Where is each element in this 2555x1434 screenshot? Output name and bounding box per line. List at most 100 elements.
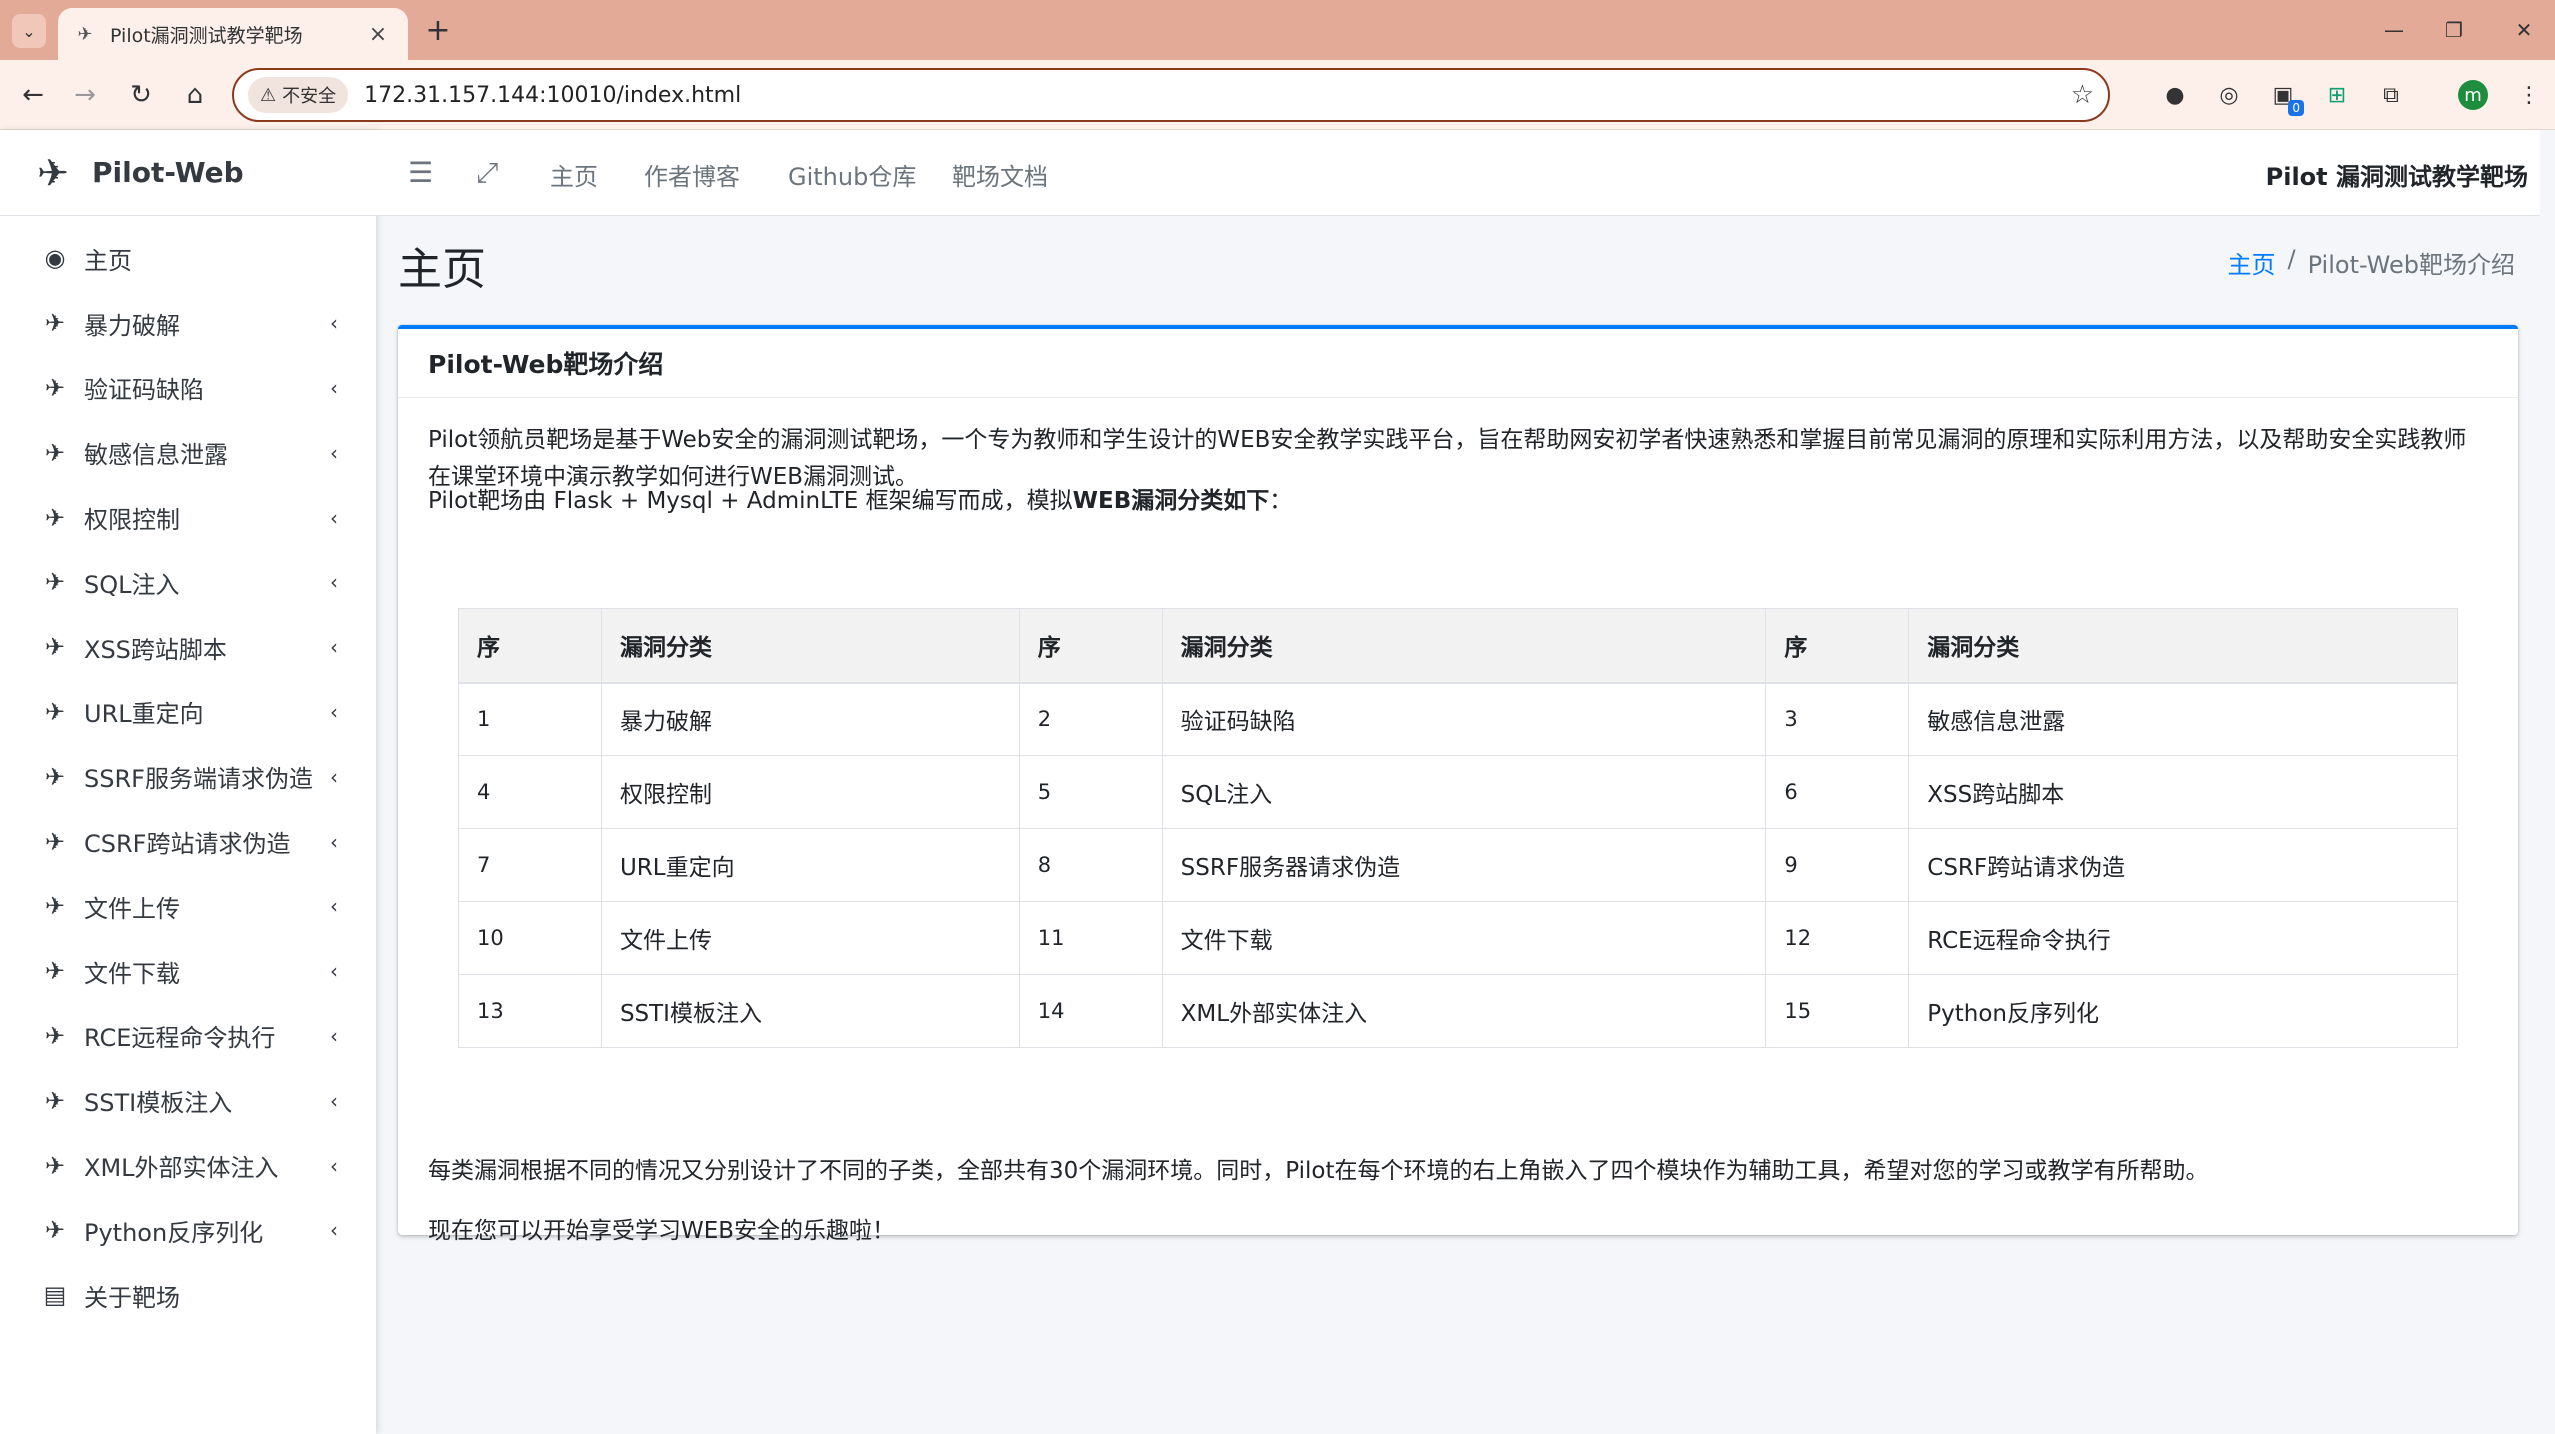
chevron-left-icon: ‹ [330,505,338,530]
sidebar-item-label: 敏感信息泄露 [84,441,228,470]
sidebar-item[interactable]: ✈ SSRF服务端请求伪造 ‹ [0,744,376,809]
chevron-left-icon: ‹ [330,440,338,465]
table-row: 4 权限控制 5 SQL注入 6 XSS跨站脚本 [458,755,2458,829]
table-row: 7 URL重定向 8 SSRF服务器请求伪造 9 CSRF跨站请求伪造 [458,828,2458,902]
sidebar-item[interactable]: ✈ XML外部实体注入 ‹ [0,1133,376,1198]
sidebar-item[interactable]: ✈ SQL注入 ‹ [0,550,376,615]
reload-button[interactable]: ↻ [122,76,160,114]
table-header-cell: 漏洞分类 [1908,608,2458,684]
plane-icon: ✈ [44,762,66,791]
table-cell-category: 文件下载 [1161,901,1767,975]
hamburger-menu-icon[interactable]: ☰ [408,156,433,189]
table-row: 10 文件上传 11 文件下载 12 RCE远程命令执行 [458,901,2458,975]
sidebar-item[interactable]: ▤ 关于靶场 [0,1263,376,1328]
chevron-left-icon: ‹ [330,699,338,724]
tab-favicon-icon: ✈ [77,23,93,45]
sidebar-item-label: URL重定向 [84,700,204,729]
chevron-left-icon: ‹ [330,570,338,595]
sidebar-item[interactable]: ✈ Python反序列化 ‹ [0,1198,376,1263]
security-label: 不安全 [282,86,337,107]
chevron-left-icon: ‹ [330,1218,338,1243]
table-cell-index: 4 [458,755,602,829]
browser-menu-icon[interactable]: ⋮ [2512,78,2546,112]
sidebar-item[interactable]: ✈ 权限控制 ‹ [0,485,376,550]
navbar-link-blog[interactable]: 作者博客 [644,157,740,192]
forward-button[interactable]: → [66,76,104,114]
tab-search-button[interactable]: ⌄ [12,14,46,48]
close-icon[interactable]: × [364,22,392,47]
table-header-cell: 序 [458,608,602,684]
sidebar-item[interactable]: ✈ 敏感信息泄露 ‹ [0,420,376,485]
table-row: 13 SSTI模板注入 14 XML外部实体注入 15 Python反序列化 [458,974,2458,1048]
bookmark-star-icon[interactable]: ☆ [2071,80,2094,110]
sidebar-item[interactable]: ✈ 暴力破解 ‹ [0,291,376,356]
profile-avatar[interactable]: m [2458,80,2488,110]
brand-link[interactable]: ✈ Pilot-Web [0,130,376,216]
sidebar-item-label: 关于靶场 [84,1283,180,1312]
sidebar-item[interactable]: ✈ SSTI模板注入 ‹ [0,1068,376,1133]
url-text[interactable]: 172.31.157.144:10010/index.html [364,83,2071,108]
plane-icon: ✈ [44,697,66,726]
table-cell-index: 6 [1765,755,1910,829]
sidebar-item[interactable]: ✈ RCE远程命令执行 ‹ [0,1004,376,1069]
sidebar-item[interactable]: ✈ 验证码缺陷 ‹ [0,356,376,421]
table-cell-category: SSRF服务器请求伪造 [1161,828,1767,902]
sidebar-item[interactable]: ◉ 主页 [0,226,376,291]
navbar-link-home[interactable]: 主页 [550,157,598,192]
table-cell-index: 15 [1765,974,1910,1048]
chevron-left-icon: ‹ [330,959,338,984]
minimize-button[interactable]: — [2364,12,2424,48]
navbar-link-github[interactable]: Github仓库 [788,157,916,192]
chevron-left-icon: ‹ [330,1023,338,1048]
sidebar-item[interactable]: ✈ CSRF跨站请求伪造 ‹ [0,809,376,874]
table-cell-index: 10 [458,901,602,975]
navbar-link-docs[interactable]: 靶场文档 [952,157,1048,192]
breadcrumb-home-link[interactable]: 主页 [2228,245,2276,280]
sidebar-item[interactable]: ✈ XSS跨站脚本 ‹ [0,615,376,680]
new-tab-button[interactable]: + [420,12,456,48]
back-button[interactable]: ← [14,76,52,114]
chevron-down-icon: ⌄ [22,21,36,41]
plane-icon: ✈ [44,568,66,597]
extension-globe-icon[interactable]: ◎ [2212,78,2246,112]
home-button[interactable]: ⌂ [176,76,214,114]
breadcrumb-current: Pilot-Web靶场介绍 [2307,251,2515,279]
table-cell-index: 9 [1765,828,1910,902]
table-body: 1 暴力破解 2 验证码缺陷 3 敏感信息泄露 4 权限控制 5 SQL注入 6 XSS跨站脚本 7 UR… [458,682,2458,1048]
browser-tab[interactable]: ✈ Pilot漏洞测试教学靶场 × [58,8,408,60]
plane-icon: ✈ [44,827,66,856]
table-cell-index: 7 [458,828,602,902]
table-cell-category: 权限控制 [600,755,1020,829]
framework-prefix: Pilot靶场由 Flask + Mysql + AdminLTE 框架编写而成… [428,488,1073,514]
sidebar-item-label: XSS跨站脚本 [84,635,227,664]
plane-icon: ✈ [44,1216,66,1245]
sidebar-item-label: SSTI模板注入 [84,1089,233,1118]
plane-icon: ✈ [44,503,66,532]
extension-badge-icon[interactable]: ▣ 0 [2266,78,2304,116]
sidebar-item[interactable]: ✈ 文件上传 ‹ [0,874,376,939]
plane-icon: ✈ [44,438,66,467]
extension-record-icon[interactable]: ● [2158,78,2192,112]
sidebar-item[interactable]: ✈ URL重定向 ‹ [0,680,376,745]
table-cell-index: 5 [1018,755,1163,829]
brand-text: Pilot-Web [92,156,244,189]
restore-button[interactable]: ❐ [2424,12,2484,48]
chevron-left-icon: ‹ [330,1153,338,1178]
sidebar-item-label: XML外部实体注入 [84,1154,279,1183]
table-cell-index: 3 [1765,682,1910,756]
plane-icon: ✈ [44,1021,66,1050]
sidebar-item-label: SSRF服务端请求伪造 [84,765,313,794]
sidebar-item[interactable]: ✈ 文件下载 ‹ [0,939,376,1004]
page-scrollbar[interactable] [2540,130,2555,1434]
page-title: 主页 [398,244,486,295]
security-chip[interactable]: ⚠ 不安全 [248,77,349,113]
window-close-button[interactable]: ✕ [2494,12,2554,48]
sidebar-item-label: SQL注入 [84,570,180,599]
extension-translate-icon[interactable]: ⊞ [2320,78,2354,112]
address-bar[interactable]: ⚠ 不安全 172.31.157.144:10010/index.html ☆ [232,68,2110,122]
fullscreen-icon[interactable]: ⤢ [476,156,498,190]
book-icon: ▤ [43,1281,67,1310]
extensions-puzzle-icon[interactable]: ⧉ [2374,78,2408,112]
table-cell-index: 12 [1765,901,1910,975]
table-cell-category: XSS跨站脚本 [1908,755,2458,829]
